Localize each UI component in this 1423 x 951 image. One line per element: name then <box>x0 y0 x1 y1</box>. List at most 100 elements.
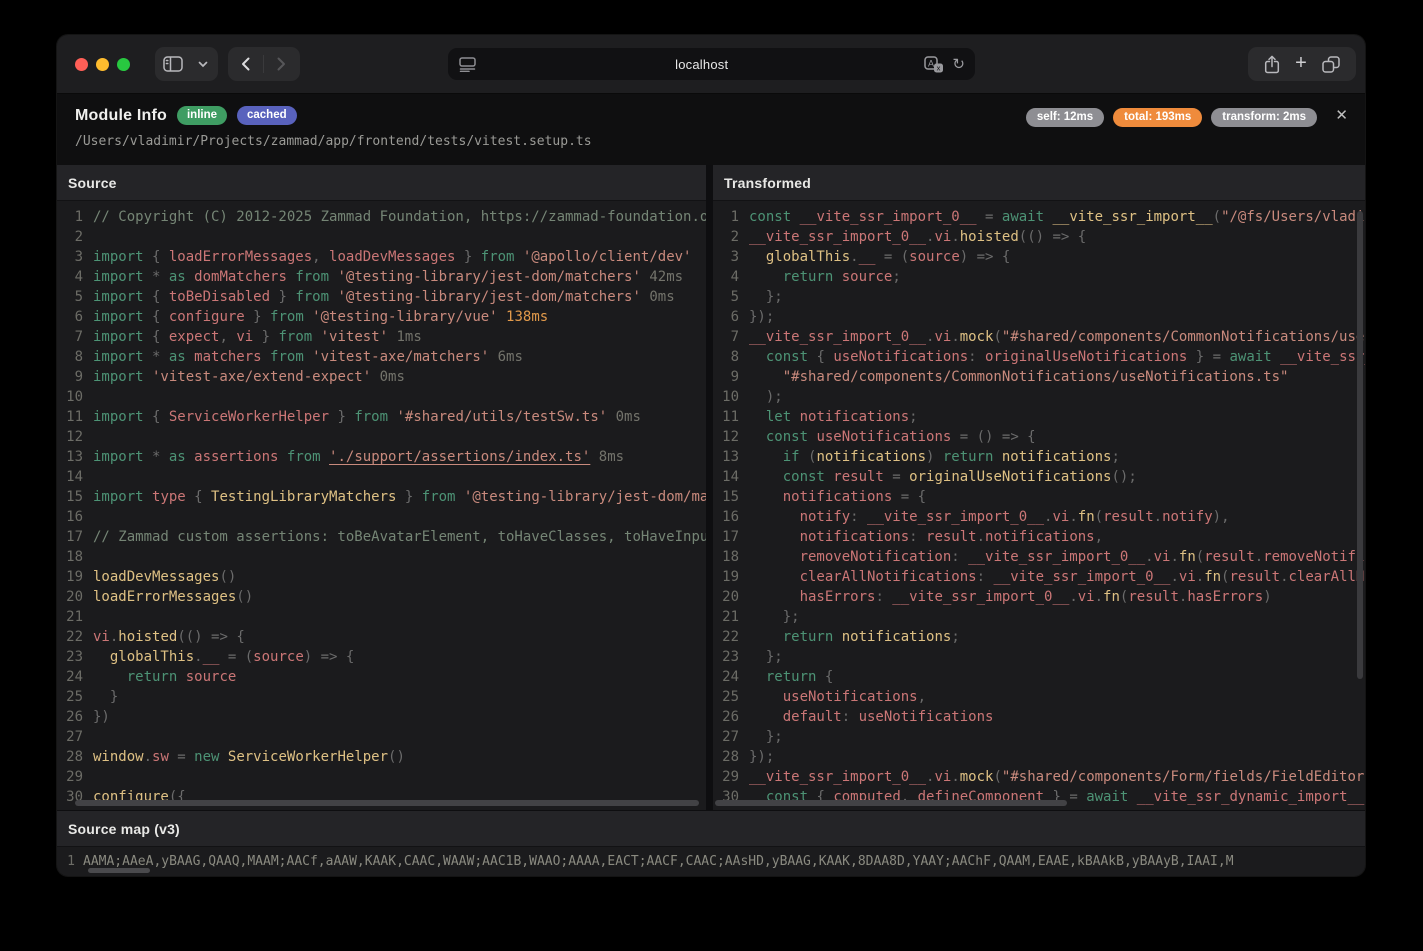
line-number: 27 <box>713 727 739 747</box>
code-line: 28}); <box>713 747 1365 767</box>
line-number: 11 <box>713 407 739 427</box>
code-line: 25 } <box>57 687 706 707</box>
code-line: 7import { expect, vi } from 'vitest' 1ms <box>57 327 706 347</box>
code-line: 28window.sw = new ServiceWorkerHelper() <box>57 747 706 767</box>
code-line: 8import * as matchers from 'vitest-axe/m… <box>57 347 706 367</box>
line-number: 5 <box>57 287 83 307</box>
code-line: 2__vite_ssr_import_0__.vi.hoisted(() => … <box>713 227 1365 247</box>
zoom-window-button[interactable] <box>117 58 130 71</box>
sidebar-menu-button[interactable] <box>191 47 215 81</box>
horizontal-scrollbar[interactable] <box>88 868 150 873</box>
line-number: 17 <box>57 527 83 547</box>
reload-icon[interactable]: ↻ <box>952 57 965 72</box>
line-number: 14 <box>57 467 83 487</box>
vertical-scrollbar[interactable] <box>1357 211 1363 679</box>
tabs-icon <box>1322 56 1340 73</box>
line-number: 18 <box>713 547 739 567</box>
line-number: 19 <box>713 567 739 587</box>
code-line: 11import { ServiceWorkerHelper } from '#… <box>57 407 706 427</box>
source-code-view: 1// Copyright (C) 2012-2025 Zammad Found… <box>57 201 706 810</box>
horizontal-scrollbar[interactable] <box>75 800 699 806</box>
line-number: 11 <box>57 407 83 427</box>
code-line: 14 const result = originalUseNotificatio… <box>713 467 1365 487</box>
address-bar[interactable]: localhost A x ↻ <box>448 48 975 80</box>
code-line: 18 <box>57 547 706 567</box>
transformed-code-view: 1const __vite_ssr_import_0__ = await __v… <box>713 201 1365 810</box>
code-line: 21 }; <box>713 607 1365 627</box>
code-line: 12 const useNotifications = () => { <box>713 427 1365 447</box>
total-time-badge: total: 193ms <box>1113 108 1202 127</box>
line-number: 26 <box>713 707 739 727</box>
line-number: 21 <box>57 607 83 627</box>
code-line: 10 ); <box>713 387 1365 407</box>
line-number: 3 <box>713 247 739 267</box>
code-line: 9import 'vitest-axe/extend-expect' 0ms <box>57 367 706 387</box>
share-button[interactable] <box>1264 47 1280 81</box>
code-line: 19loadDevMessages() <box>57 567 706 587</box>
module-link[interactable]: './support/assertions/index.ts' <box>329 449 590 465</box>
chevron-right-icon <box>277 57 286 71</box>
code-line: 6}); <box>713 307 1365 327</box>
sourcemap-title: Source map (v3) <box>68 821 180 837</box>
svg-text:A: A <box>928 58 934 68</box>
line-number: 4 <box>713 267 739 287</box>
line-number: 23 <box>57 647 83 667</box>
code-line: 17 notifications: result.notifications, <box>713 527 1365 547</box>
close-window-button[interactable] <box>75 58 88 71</box>
code-line: 27 }; <box>713 727 1365 747</box>
line-number: 22 <box>713 627 739 647</box>
line-number: 6 <box>713 307 739 327</box>
line-number: 9 <box>57 367 83 387</box>
sidebar-toggle-button[interactable] <box>155 47 191 81</box>
code-line: 26 default: useNotifications <box>713 707 1365 727</box>
line-number: 19 <box>57 567 83 587</box>
line-number: 14 <box>713 467 739 487</box>
translate-icon[interactable]: A x <box>924 56 944 73</box>
code-line: 21 <box>57 607 706 627</box>
horizontal-scrollbar[interactable] <box>715 800 1067 806</box>
toolbar-actions-group: + <box>1248 47 1356 81</box>
line-number: 20 <box>57 587 83 607</box>
back-button[interactable] <box>228 47 263 81</box>
sidebar-icon <box>163 56 183 72</box>
inline-badge: inline <box>177 106 227 125</box>
minimize-window-button[interactable] <box>96 58 109 71</box>
close-icon[interactable]: ✕ <box>1331 102 1352 128</box>
code-line: 15 notifications = { <box>713 487 1365 507</box>
code-line: 3import { loadErrorMessages, loadDevMess… <box>57 247 706 267</box>
chevron-left-icon <box>241 57 250 71</box>
code-line: 16 notify: __vite_ssr_import_0__.vi.fn(r… <box>713 507 1365 527</box>
self-time-badge: self: 12ms <box>1026 108 1104 127</box>
module-info-header: Module Info inline cached self: 12ms tot… <box>57 94 1365 166</box>
line-number: 25 <box>713 687 739 707</box>
line-number: 7 <box>57 327 83 347</box>
code-line: 5import { toBeDisabled } from '@testing-… <box>57 287 706 307</box>
code-line: 3 globalThis.__ = (source) => { <box>713 247 1365 267</box>
line-number: 29 <box>713 767 739 787</box>
forward-button[interactable] <box>264 47 299 81</box>
reader-icon[interactable] <box>459 57 479 72</box>
code-line: 10 <box>57 387 706 407</box>
line-number: 9 <box>713 367 739 387</box>
line-number: 21 <box>713 607 739 627</box>
code-line: 4 return source; <box>713 267 1365 287</box>
line-number: 1 <box>57 207 83 227</box>
module-file-path: /Users/vladimir/Projects/zammad/app/fron… <box>75 134 592 149</box>
share-icon <box>1264 55 1280 74</box>
line-number: 7 <box>713 327 739 347</box>
page-title: Module Info <box>75 107 167 125</box>
code-line: 2 <box>57 227 706 247</box>
code-line: 29 <box>57 767 706 787</box>
transformed-panel-header: Transformed <box>713 165 1365 201</box>
address-bar-actions: A x ↻ <box>924 56 965 73</box>
code-line: 23 }; <box>713 647 1365 667</box>
code-line: 6import { configure } from '@testing-lib… <box>57 307 706 327</box>
tab-overview-button[interactable] <box>1322 47 1340 81</box>
line-number: 2 <box>713 227 739 247</box>
line-number: 28 <box>713 747 739 767</box>
new-tab-button[interactable]: + <box>1295 47 1307 81</box>
transform-time-badge: transform: 2ms <box>1211 108 1317 127</box>
code-panels: Source 1// Copyright (C) 2012-2025 Zamma… <box>57 165 1365 810</box>
line-number: 2 <box>57 227 83 247</box>
window-controls <box>75 58 130 71</box>
